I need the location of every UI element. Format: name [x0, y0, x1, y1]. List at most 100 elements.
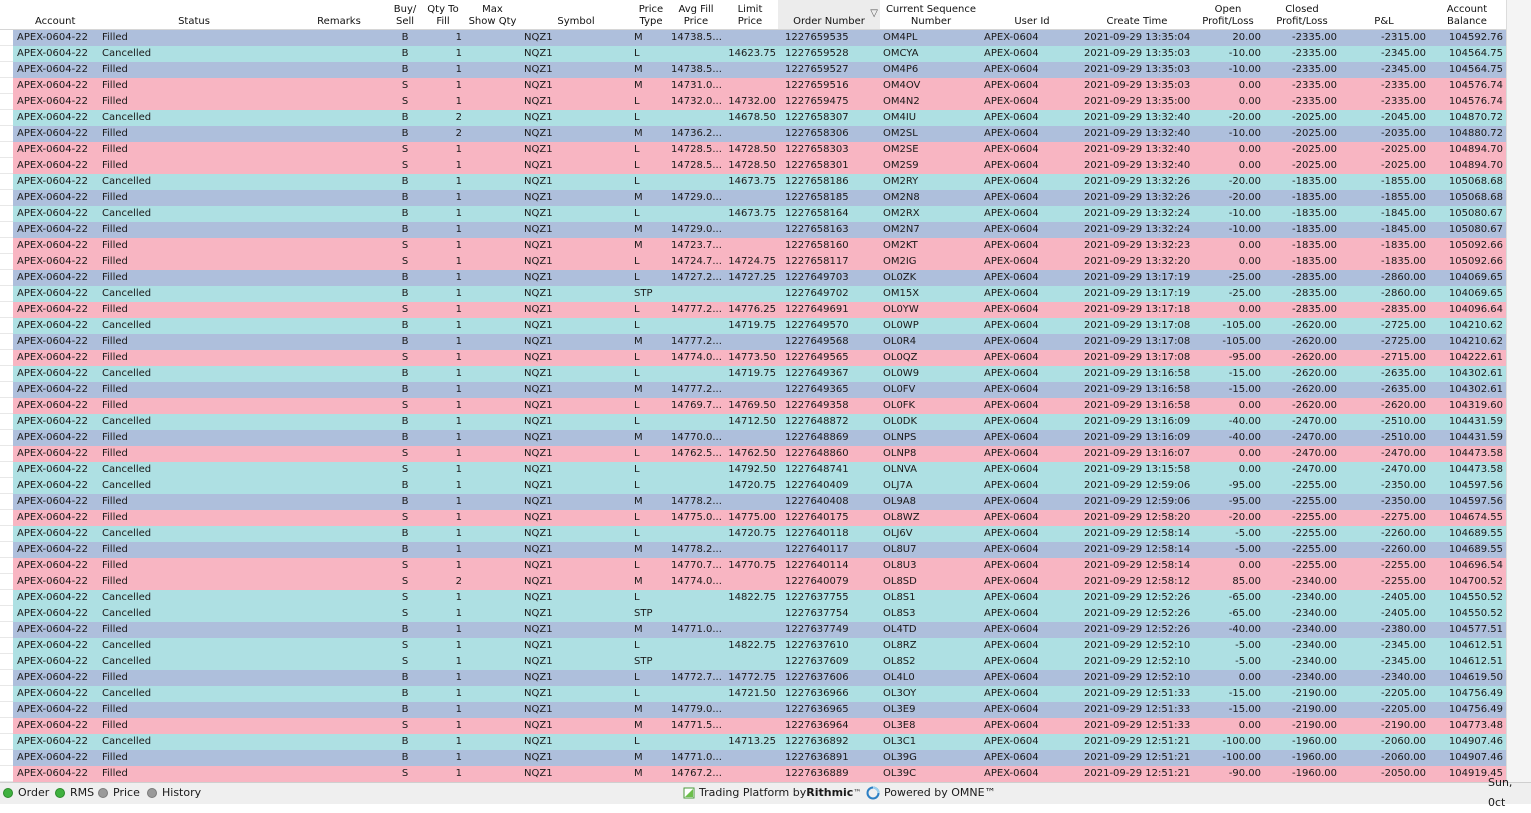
table-row[interactable]: APEX-0604-22 Cancelled B 1 NQZ1 L 14673.75 1227…: [0, 174, 1506, 190]
header-account[interactable]: Account: [13, 0, 99, 29]
cell-user-id: APEX-0604: [984, 96, 1039, 107]
row-gutter: [0, 478, 13, 494]
cell-account: APEX-0604-22: [17, 96, 88, 107]
header-closed-pl[interactable]: Closed Profit/Loss: [1264, 0, 1340, 29]
header-account-balance[interactable]: Account Balance: [1428, 0, 1506, 29]
table-row[interactable]: APEX-0604-22 Filled B 1 NQZ1 M 14729.0... 12276…: [0, 190, 1506, 206]
cell-avg-fill-price: [670, 526, 722, 542]
table-row[interactable]: APEX-0604-22 Filled S 1 NQZ1 L 14762.5... 14762…: [0, 446, 1506, 462]
table-row[interactable]: APEX-0604-22 Filled S 1 NQZ1 L 14728.5... 14728…: [0, 158, 1506, 174]
table-row[interactable]: APEX-0604-22 Cancelled S 1 NQZ1 L 14822.75 1227…: [0, 590, 1506, 606]
cell-pnl: -2045.00: [1381, 112, 1426, 123]
table-row[interactable]: APEX-0604-22 Cancelled B 1 NQZ1 L 14673.75 1227…: [0, 206, 1506, 222]
table-row[interactable]: APEX-0604-22 Filled B 1 NQZ1 L 14727.2... 14727…: [0, 270, 1506, 286]
header-remarks[interactable]: Remarks: [289, 0, 389, 29]
table-row[interactable]: APEX-0604-22 Cancelled S 1 NQZ1 L 14792.50 1227…: [0, 462, 1506, 478]
table-row[interactable]: APEX-0604-22 Cancelled B 2 NQZ1 L 14678.50 1227…: [0, 110, 1506, 126]
header-qty-to-fill[interactable]: Qty To Fill: [421, 0, 465, 29]
cell-avg-fill-price: [670, 414, 722, 430]
table-row[interactable]: APEX-0604-22 Filled S 1 NQZ1 L 14770.7... 14770…: [0, 558, 1506, 574]
cell-pnl: -2255.00: [1381, 560, 1426, 571]
cell-create-time: 2021-09-29 12:59:06: [1084, 496, 1191, 507]
cell-create-time: 2021-09-29 13:17:08: [1084, 320, 1191, 331]
table-row[interactable]: APEX-0604-22 Filled B 1 NQZ1 M 14729.0... 12276…: [0, 222, 1506, 238]
cell-qty-to-fill: 1: [455, 400, 462, 411]
table-row[interactable]: APEX-0604-22 Filled B 1 NQZ1 M 14777.2... 12276…: [0, 334, 1506, 350]
cell-remarks: [289, 446, 389, 462]
table-row[interactable]: APEX-0604-22 Cancelled B 1 NQZ1 L 14720.75 1227…: [0, 526, 1506, 542]
header-limit-price[interactable]: Limit Price: [722, 0, 778, 29]
header-order-number[interactable]: Order Number ▽: [778, 0, 880, 29]
status-rms[interactable]: RMS: [55, 783, 94, 803]
cell-account: APEX-0604-22: [17, 736, 88, 747]
table-row[interactable]: APEX-0604-22 Cancelled S 1 NQZ1 STP 1227637754…: [0, 606, 1506, 622]
table-row[interactable]: APEX-0604-22 Cancelled B 1 NQZ1 L 14719.75 1227…: [0, 318, 1506, 334]
cell-remarks: [289, 430, 389, 446]
cell-symbol: NQZ1: [524, 496, 553, 507]
table-row[interactable]: APEX-0604-22 Cancelled B 1 NQZ1 L 14719.75 1227…: [0, 366, 1506, 382]
header-pnl[interactable]: P&L: [1340, 0, 1428, 29]
cell-limit-price: [722, 750, 778, 766]
table-row[interactable]: APEX-0604-22 Cancelled B 1 NQZ1 L 14721.50 1227…: [0, 686, 1506, 702]
cell-account: APEX-0604-22: [17, 352, 88, 363]
cell-qty-to-fill: 1: [455, 592, 462, 603]
table-row[interactable]: APEX-0604-22 Filled S 1 NQZ1 L 14724.7... 14724…: [0, 254, 1506, 270]
status-price[interactable]: Price: [98, 783, 140, 803]
cell-remarks: [289, 318, 389, 334]
table-row[interactable]: APEX-0604-22 Cancelled B 1 NQZ1 L 14713.25 1227…: [0, 734, 1506, 750]
header-open-pl[interactable]: Open Profit/Loss: [1192, 0, 1264, 29]
table-row[interactable]: APEX-0604-22 Cancelled S 1 NQZ1 L 14822.75 1227…: [0, 638, 1506, 654]
table-row[interactable]: APEX-0604-22 Filled B 1 NQZ1 M 14778.2... 12276…: [0, 542, 1506, 558]
table-row[interactable]: APEX-0604-22 Filled S 1 NQZ1 M 14731.0... 12276…: [0, 78, 1506, 94]
table-row[interactable]: APEX-0604-22 Filled B 1 NQZ1 M 14777.2... 12276…: [0, 382, 1506, 398]
header-symbol[interactable]: Symbol: [520, 0, 632, 29]
header-avg-fill-price[interactable]: Avg Fill Price: [670, 0, 722, 29]
header-create-time[interactable]: Create Time: [1082, 0, 1192, 29]
cell-pnl: -2835.00: [1381, 304, 1426, 315]
table-row[interactable]: APEX-0604-22 Cancelled B 1 NQZ1 L 14623.75 1227…: [0, 46, 1506, 62]
cell-closed-pl: -2620.00: [1292, 400, 1337, 411]
table-row[interactable]: APEX-0604-22 Filled B 2 NQZ1 M 14736.2... 12276…: [0, 126, 1506, 142]
table-row[interactable]: APEX-0604-22 Filled S 1 NQZ1 M 14723.7... 12276…: [0, 238, 1506, 254]
table-row[interactable]: APEX-0604-22 Filled B 1 NQZ1 L 14772.7... 14772…: [0, 670, 1506, 686]
header-pnl-label: P&L: [1374, 16, 1394, 27]
header-price-type[interactable]: Price Type: [632, 0, 670, 29]
status-order[interactable]: Order: [3, 783, 49, 803]
table-row[interactable]: APEX-0604-22 Cancelled S 1 NQZ1 STP 1227637609…: [0, 654, 1506, 670]
table-row[interactable]: APEX-0604-22 Filled B 1 NQZ1 M 14778.2... 12276…: [0, 494, 1506, 510]
cell-avg-fill-price: 14774.0...: [671, 352, 722, 363]
cell-create-time: 2021-09-29 13:35:03: [1084, 48, 1191, 59]
table-row[interactable]: APEX-0604-22 Filled B 1 NQZ1 M 14738.5... 12276…: [0, 30, 1506, 46]
header-buy-sell[interactable]: Buy/ Sell: [389, 0, 421, 29]
table-row[interactable]: APEX-0604-22 Filled S 1 NQZ1 M 14767.2... 12276…: [0, 766, 1506, 782]
table-row[interactable]: APEX-0604-22 Cancelled B 1 NQZ1 L 14712.50 1227…: [0, 414, 1506, 430]
vertical-scrollbar[interactable]: [1506, 0, 1531, 782]
table-row[interactable]: APEX-0604-22 Cancelled B 1 NQZ1 STP 1227649702…: [0, 286, 1506, 302]
table-row[interactable]: APEX-0604-22 Filled B 1 NQZ1 M 14771.0... 12276…: [0, 622, 1506, 638]
table-row[interactable]: APEX-0604-22 Filled B 1 NQZ1 M 14770.0... 12276…: [0, 430, 1506, 446]
table-row[interactable]: APEX-0604-22 Filled S 1 NQZ1 L 14774.0... 14773…: [0, 350, 1506, 366]
header-max-show-qty[interactable]: Max Show Qty: [465, 0, 520, 29]
row-gutter: [0, 238, 13, 254]
table-row[interactable]: APEX-0604-22 Filled S 1 NQZ1 L 14777.2... 14776…: [0, 302, 1506, 318]
cell-max-show-qty: [465, 398, 520, 414]
table-row[interactable]: APEX-0604-22 Filled S 2 NQZ1 M 14774.0... 12276…: [0, 574, 1506, 590]
cell-buy-sell: B: [401, 272, 409, 283]
header-user-id[interactable]: User Id: [982, 0, 1082, 29]
cell-sequence-number: OL8S2: [883, 656, 916, 667]
table-row[interactable]: APEX-0604-22 Filled S 1 NQZ1 L 14769.7... 14769…: [0, 398, 1506, 414]
cell-closed-pl: -2335.00: [1292, 32, 1337, 43]
table-row[interactable]: APEX-0604-22 Filled S 1 NQZ1 L 14732.0... 14732…: [0, 94, 1506, 110]
table-row[interactable]: APEX-0604-22 Filled B 1 NQZ1 M 14771.0... 12276…: [0, 750, 1506, 766]
table-row[interactable]: APEX-0604-22 Filled S 1 NQZ1 M 14771.5... 12276…: [0, 718, 1506, 734]
table-row[interactable]: APEX-0604-22 Filled B 1 NQZ1 M 14779.0... 12276…: [0, 702, 1506, 718]
table-row[interactable]: APEX-0604-22 Filled B 1 NQZ1 M 14738.5... 12276…: [0, 62, 1506, 78]
table-row[interactable]: APEX-0604-22 Cancelled B 1 NQZ1 L 14720.75 1227…: [0, 478, 1506, 494]
cell-create-time: 2021-09-29 13:17:19: [1084, 288, 1191, 299]
table-row[interactable]: APEX-0604-22 Filled S 1 NQZ1 L 14775.0... 14775…: [0, 510, 1506, 526]
status-history[interactable]: History: [147, 783, 201, 803]
header-sequence-number[interactable]: Current Sequence Number: [880, 0, 982, 29]
table-row[interactable]: APEX-0604-22 Filled S 1 NQZ1 L 14728.5... 14728…: [0, 142, 1506, 158]
cell-qty-to-fill: 1: [455, 624, 462, 635]
header-status[interactable]: Status: [99, 0, 289, 29]
